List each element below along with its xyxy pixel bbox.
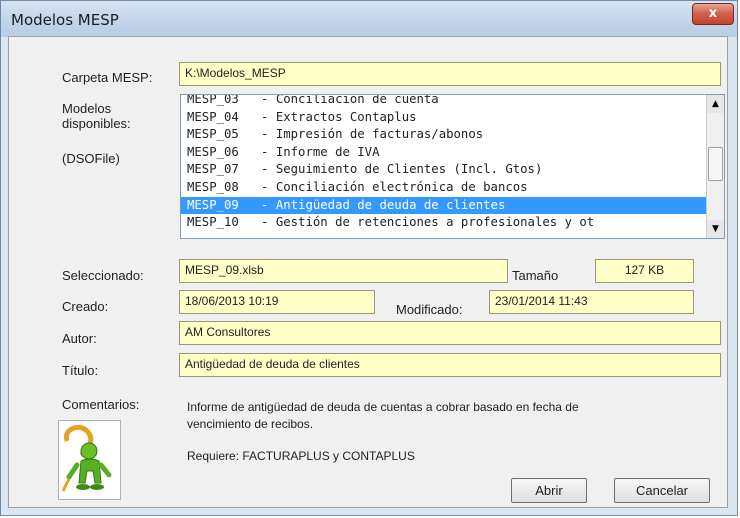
comment-line-2: vencimiento de recibos. [187, 417, 314, 431]
creado-field[interactable]: 18/06/2013 10:19 [179, 290, 375, 314]
list-item[interactable]: MESP_06 - Informe de IVA [181, 144, 707, 162]
title-bar[interactable]: Modelos MESP x [1, 1, 737, 37]
autor-field[interactable]: AM Consultores [179, 321, 721, 345]
modificado-label: Modificado: [396, 302, 463, 317]
dsofile-label: (DSOFile) [62, 151, 120, 166]
cancel-button[interactable]: Cancelar [614, 478, 710, 503]
list-item[interactable]: MESP_09 - Antigüedad de deuda de cliente… [181, 196, 707, 215]
titulo-label: Título: [62, 363, 99, 378]
autor-label: Autor: [62, 331, 97, 346]
scroll-up-icon[interactable]: ▲ [707, 95, 724, 113]
seleccionado-label: Seleccionado: [62, 268, 144, 283]
list-item[interactable]: MESP_04 - Extractos Contaplus [181, 109, 707, 127]
tamano-field[interactable]: 127 KB [595, 259, 694, 283]
list-item[interactable]: MESP_03 - Conciliación de cuenta [181, 95, 707, 109]
scrollbar-thumb[interactable] [708, 147, 723, 181]
scroll-down-icon[interactable]: ▼ [707, 220, 724, 238]
list-item[interactable]: MESP_07 - Seguimiento de Clientes (Incl.… [181, 161, 707, 179]
close-button[interactable]: x [692, 3, 734, 25]
list-item[interactable]: MESP_10 - Gestión de retenciones a profe… [181, 214, 707, 232]
comentarios-label: Comentarios: [62, 397, 140, 412]
comment-line-1: Informe de antigüedad de deuda de cuenta… [187, 400, 579, 414]
carpeta-label: Carpeta MESP: [62, 70, 153, 85]
carpeta-field[interactable]: K:\Modelos_MESP [179, 62, 721, 86]
list-scrollbar[interactable]: ▲ ▼ [706, 95, 724, 238]
titulo-field[interactable]: Antigüedad de deuda de clientes [179, 353, 721, 377]
modificado-field[interactable]: 23/01/2014 11:43 [489, 290, 694, 314]
open-button[interactable]: Abrir [511, 478, 587, 503]
comentarios-text: Informe de antigüedad de deuda de cuenta… [187, 399, 717, 433]
creado-label: Creado: [62, 299, 109, 314]
list-item[interactable]: MESP_08 - Conciliación electrónica de ba… [181, 179, 707, 197]
models-list-items: MESP_03 - Conciliación de cuenta MESP_04 … [181, 95, 707, 232]
window-title: Modelos MESP [11, 11, 119, 29]
modelos-label: Modelos disponibles: [62, 101, 131, 131]
seleccionado-field[interactable]: MESP_09.xlsb [179, 259, 508, 283]
requires-text: Requiere: FACTURAPLUS y CONTAPLUS [187, 449, 415, 463]
close-icon: x [708, 6, 718, 21]
list-item[interactable]: MESP_05 - Impresión de facturas/abonos [181, 126, 707, 144]
person-figure-logo-icon [58, 420, 121, 500]
models-list[interactable]: MESP_03 - Conciliación de cuenta MESP_04 … [180, 94, 725, 239]
tamano-label: Tamaño [512, 268, 559, 283]
